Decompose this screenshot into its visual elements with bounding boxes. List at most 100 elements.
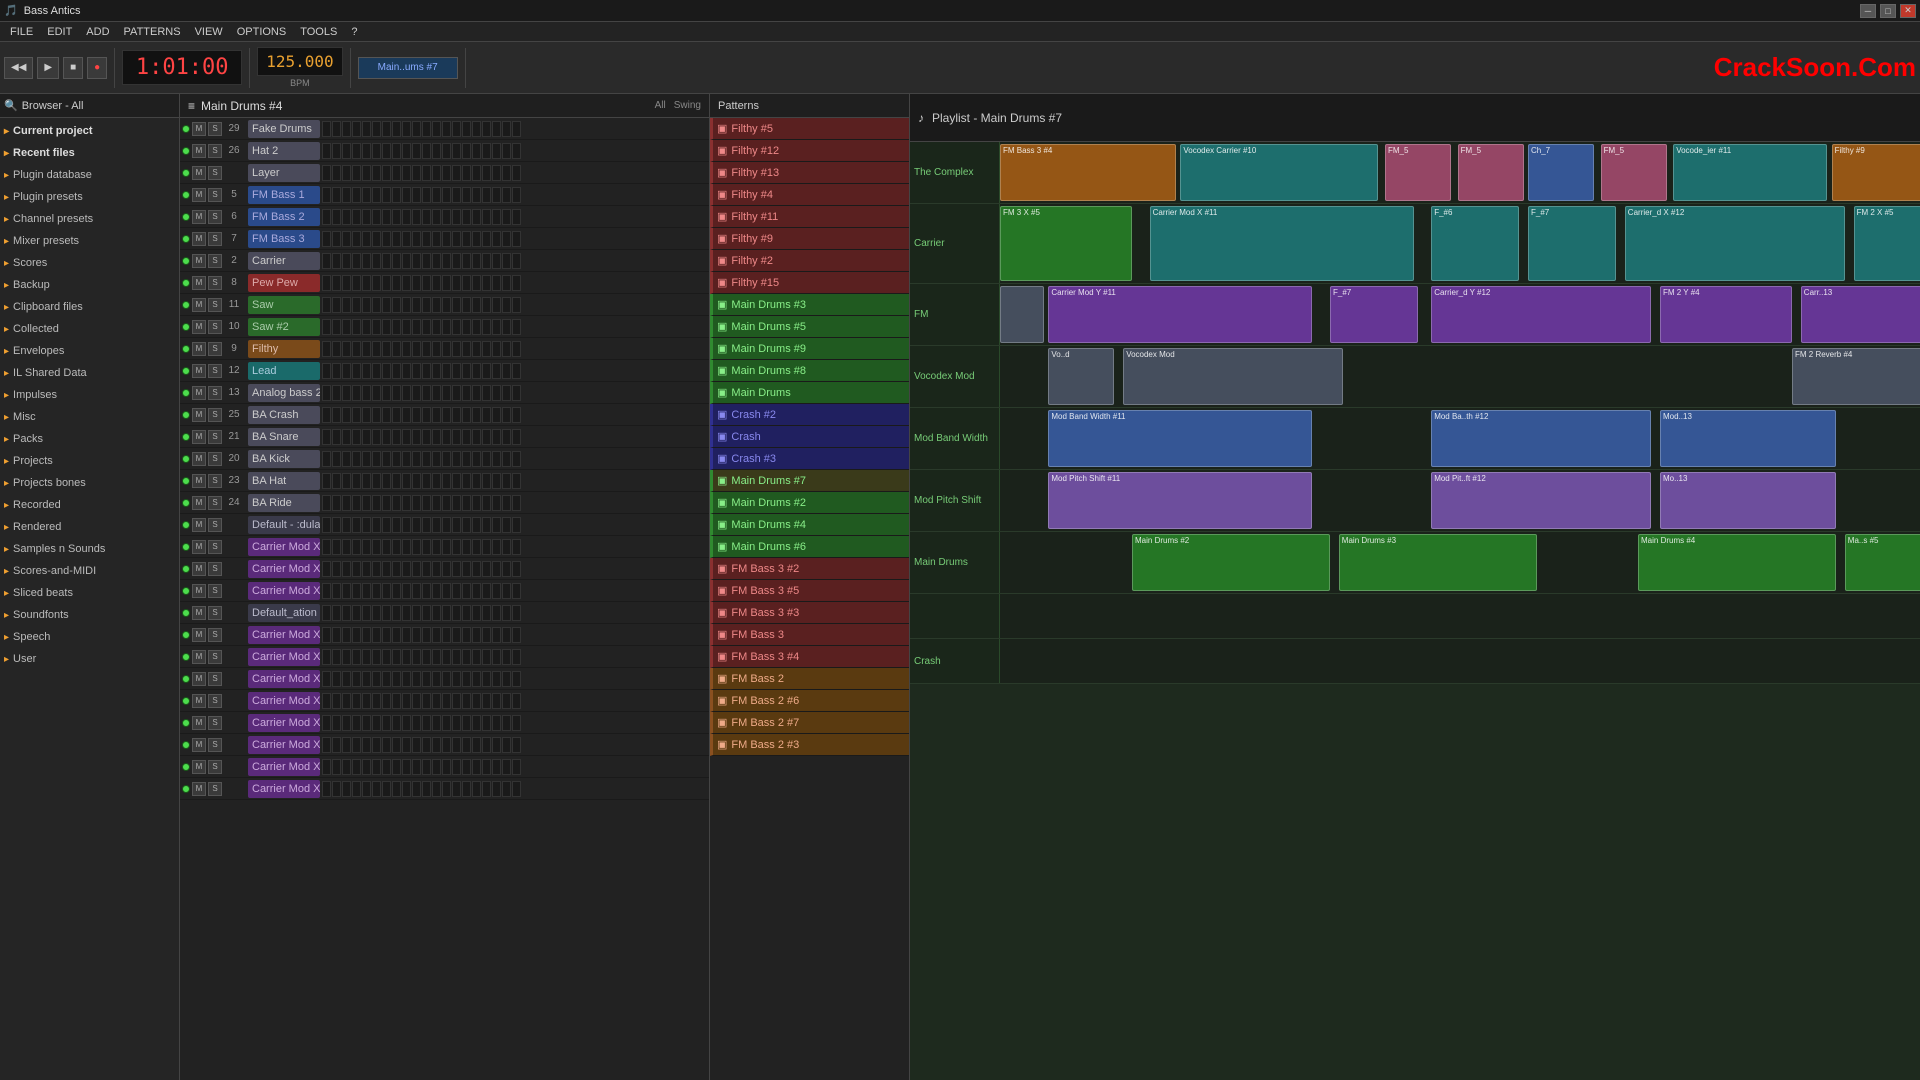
channel-pad[interactable] bbox=[512, 539, 521, 555]
channel-pad[interactable] bbox=[412, 231, 421, 247]
channel-pad[interactable] bbox=[512, 693, 521, 709]
channel-pad[interactable] bbox=[382, 561, 391, 577]
channel-pad[interactable] bbox=[372, 693, 381, 709]
channel-pad[interactable] bbox=[492, 627, 501, 643]
channel-pad[interactable] bbox=[352, 781, 361, 797]
channel-pad[interactable] bbox=[332, 539, 341, 555]
channel-pad[interactable] bbox=[442, 429, 451, 445]
channel-pad[interactable] bbox=[352, 187, 361, 203]
channel-pad[interactable] bbox=[472, 517, 481, 533]
channel-name[interactable]: Hat 2 bbox=[248, 142, 320, 160]
channel-led[interactable] bbox=[182, 785, 190, 793]
playlist-track-label[interactable]: Mod Band Width bbox=[910, 408, 1000, 469]
channel-pad[interactable] bbox=[452, 253, 461, 269]
channel-pad[interactable] bbox=[502, 363, 511, 379]
channel-pad[interactable] bbox=[402, 495, 411, 511]
channel-pad[interactable] bbox=[492, 407, 501, 423]
channel-mute-btn[interactable]: M bbox=[192, 518, 206, 532]
channel-pad[interactable] bbox=[492, 231, 501, 247]
channel-pad[interactable] bbox=[432, 539, 441, 555]
channel-pad[interactable] bbox=[452, 693, 461, 709]
channel-solo-btn[interactable]: S bbox=[208, 122, 222, 136]
channel-pad[interactable] bbox=[412, 517, 421, 533]
channel-pad[interactable] bbox=[472, 253, 481, 269]
pattern-item[interactable]: ▣FM Bass 3 #4 bbox=[710, 646, 909, 668]
browser-item-recent-files[interactable]: ▸Recent files bbox=[0, 142, 179, 164]
channel-pad[interactable] bbox=[382, 473, 391, 489]
channel-solo-btn[interactable]: S bbox=[208, 276, 222, 290]
channel-pad[interactable] bbox=[502, 209, 511, 225]
channel-name[interactable]: Carrier Mod X #10 bbox=[248, 648, 320, 666]
channel-pad[interactable] bbox=[342, 781, 351, 797]
channel-pad[interactable] bbox=[462, 627, 471, 643]
playlist-clip[interactable]: Carrier Mod X #11 bbox=[1150, 206, 1414, 281]
browser-item-backup[interactable]: ▸Backup bbox=[0, 274, 179, 296]
channel-led[interactable] bbox=[182, 235, 190, 243]
playlist-track-area[interactable]: FM Bass 3 #4Vocodex Carrier #10FM_5FM_5C… bbox=[1000, 142, 1920, 203]
channel-pad[interactable] bbox=[462, 231, 471, 247]
channel-pad[interactable] bbox=[472, 561, 481, 577]
playlist-clip[interactable]: Ch_7 bbox=[1528, 144, 1594, 201]
channel-pad[interactable] bbox=[452, 649, 461, 665]
channel-pad[interactable] bbox=[492, 253, 501, 269]
channel-pad[interactable] bbox=[362, 231, 371, 247]
channel-pad[interactable] bbox=[332, 429, 341, 445]
channel-pad[interactable] bbox=[472, 473, 481, 489]
channel-pad[interactable] bbox=[472, 297, 481, 313]
channel-name[interactable]: Carrier Mod X #7 bbox=[248, 714, 320, 732]
channel-led[interactable] bbox=[182, 653, 190, 661]
maximize-button[interactable]: □ bbox=[1880, 4, 1896, 18]
channel-solo-btn[interactable]: S bbox=[208, 166, 222, 180]
channel-pad[interactable] bbox=[502, 495, 511, 511]
channel-pad[interactable] bbox=[472, 341, 481, 357]
channel-pad[interactable] bbox=[382, 781, 391, 797]
pattern-name-button[interactable]: Main..ums #7 bbox=[358, 57, 458, 79]
channel-pad[interactable] bbox=[362, 605, 371, 621]
channel-pad[interactable] bbox=[432, 671, 441, 687]
channel-pad[interactable] bbox=[322, 253, 331, 269]
channel-pad[interactable] bbox=[492, 715, 501, 731]
channel-pad[interactable] bbox=[322, 451, 331, 467]
channel-pad[interactable] bbox=[392, 275, 401, 291]
channel-pad[interactable] bbox=[402, 715, 411, 731]
channel-mute-btn[interactable]: M bbox=[192, 496, 206, 510]
menu-item-file[interactable]: FILE bbox=[4, 24, 39, 40]
channel-pad[interactable] bbox=[472, 363, 481, 379]
channel-pad[interactable] bbox=[482, 253, 491, 269]
channel-pad[interactable] bbox=[492, 121, 501, 137]
channel-pad[interactable] bbox=[342, 297, 351, 313]
playlist-clip[interactable]: F_#7 bbox=[1330, 286, 1418, 343]
playlist-clip[interactable]: FM_5 bbox=[1458, 144, 1524, 201]
channel-solo-btn[interactable]: S bbox=[208, 782, 222, 796]
channel-pad[interactable] bbox=[412, 385, 421, 401]
channel-pad[interactable] bbox=[362, 253, 371, 269]
channel-pad[interactable] bbox=[332, 341, 341, 357]
playlist-track-label[interactable]: The Complex bbox=[910, 142, 1000, 203]
channel-pad[interactable] bbox=[402, 187, 411, 203]
channel-pad[interactable] bbox=[462, 737, 471, 753]
channel-pad[interactable] bbox=[372, 671, 381, 687]
channel-pad[interactable] bbox=[352, 363, 361, 379]
channel-pad[interactable] bbox=[392, 407, 401, 423]
channel-pad[interactable] bbox=[452, 451, 461, 467]
playlist-clip[interactable]: FM 2 Y #4 bbox=[1660, 286, 1792, 343]
channel-pad[interactable] bbox=[382, 297, 391, 313]
channel-pad[interactable] bbox=[472, 165, 481, 181]
channel-pad[interactable] bbox=[322, 429, 331, 445]
channel-pad[interactable] bbox=[392, 627, 401, 643]
channel-pad[interactable] bbox=[352, 341, 361, 357]
channel-pad[interactable] bbox=[492, 385, 501, 401]
channel-pad[interactable] bbox=[482, 231, 491, 247]
channel-pad[interactable] bbox=[342, 693, 351, 709]
channel-pad[interactable] bbox=[362, 297, 371, 313]
channel-pad[interactable] bbox=[322, 495, 331, 511]
channel-led[interactable] bbox=[182, 609, 190, 617]
pattern-item[interactable]: ▣Main Drums bbox=[710, 382, 909, 404]
channel-mute-btn[interactable]: M bbox=[192, 232, 206, 246]
channel-pad[interactable] bbox=[332, 583, 341, 599]
channel-name[interactable]: Lead bbox=[248, 362, 320, 380]
channel-pad[interactable] bbox=[362, 671, 371, 687]
channel-mute-btn[interactable]: M bbox=[192, 628, 206, 642]
channel-pad[interactable] bbox=[342, 165, 351, 181]
channel-pad[interactable] bbox=[442, 143, 451, 159]
